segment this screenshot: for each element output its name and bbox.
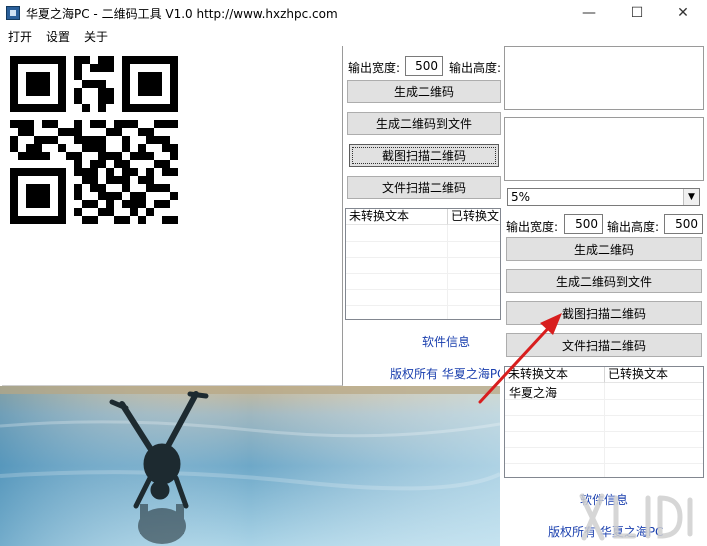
maximize-button[interactable]: ☐ — [614, 0, 660, 26]
middle-generate-qr-button[interactable]: 生成二维码 — [347, 80, 501, 103]
middle-width-input[interactable] — [405, 56, 443, 76]
menu-about[interactable]: 关于 — [84, 28, 108, 45]
select-value: 5% — [511, 190, 531, 204]
list-row-separator — [346, 273, 500, 274]
right-generate-qr-file-button[interactable]: 生成二维码到文件 — [506, 269, 702, 293]
middle-list-header-unconverted[interactable]: 未转换文本 — [346, 209, 448, 225]
chevron-down-icon[interactable]: ▼ — [683, 189, 699, 205]
list-column-separator — [447, 225, 448, 319]
watermark-logo — [579, 493, 693, 541]
menu-open[interactable]: 打开 — [8, 28, 32, 45]
middle-height-label: 输出高度: — [449, 61, 500, 75]
close-button[interactable]: ✕ — [660, 0, 706, 26]
right-preview-box — [504, 46, 704, 110]
right-height-input[interactable] — [664, 214, 703, 234]
right-text-box[interactable] — [504, 117, 704, 181]
error-correction-select[interactable]: 5% ▼ — [507, 188, 700, 206]
menu-settings[interactable]: 设置 — [46, 28, 70, 45]
list-row-separator — [346, 241, 500, 242]
right-width-label: 输出宽度: — [506, 220, 559, 234]
minimize-button[interactable]: — — [566, 0, 612, 26]
list-row-separator — [346, 257, 500, 258]
middle-software-info-link[interactable]: 软件信息 — [422, 333, 470, 350]
right-height-label: 输出高度: — [607, 220, 660, 234]
middle-screenshot-scan-button[interactable]: 截图扫描二维码 — [349, 144, 499, 167]
middle-generate-qr-file-button[interactable]: 生成二维码到文件 — [347, 112, 501, 135]
middle-width-label: 输出宽度: — [348, 61, 401, 75]
annotation-arrow-icon — [478, 313, 562, 404]
app-icon — [6, 6, 20, 20]
list-column-separator — [604, 383, 605, 477]
qr-code-image — [10, 56, 178, 224]
middle-list-header-converted[interactable]: 已转换文 — [448, 209, 500, 225]
right-list-header-converted[interactable]: 已转换文本 — [605, 367, 703, 383]
right-generate-qr-button[interactable]: 生成二维码 — [506, 237, 702, 261]
middle-file-scan-button[interactable]: 文件扫描二维码 — [347, 176, 501, 199]
right-width-input[interactable] — [564, 214, 603, 234]
background-photo — [0, 386, 500, 546]
window-title: 华夏之海PC - 二维码工具 V1.0 http://www.hxzhpc.co… — [26, 7, 338, 21]
list-row-separator — [346, 289, 500, 290]
